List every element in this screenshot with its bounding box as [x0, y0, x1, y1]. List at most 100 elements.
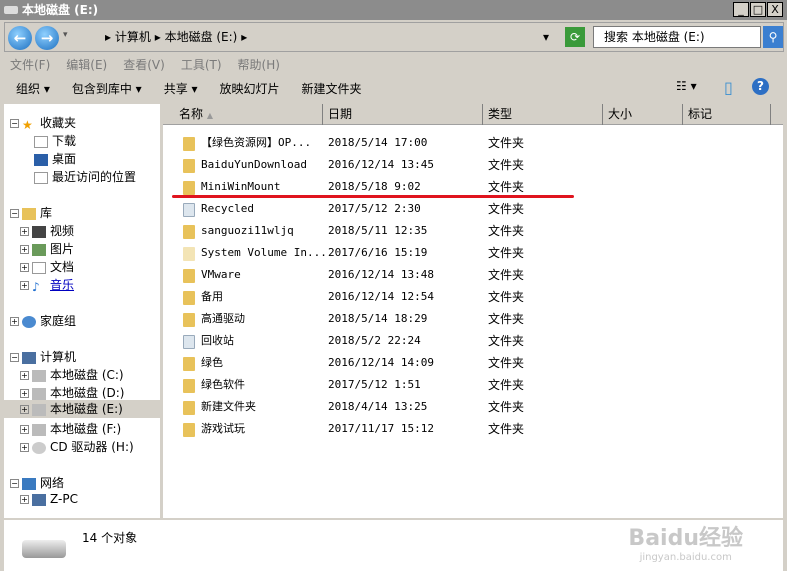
column-type[interactable]: 类型	[483, 104, 603, 125]
back-button[interactable]: ←	[8, 26, 32, 50]
video-icon	[32, 225, 46, 238]
computer-icon	[22, 351, 36, 364]
file-date: 2016/12/14 13:48	[328, 268, 434, 281]
tree-favorites[interactable]: − ★ 收藏夹	[10, 114, 76, 132]
tree-cd-drive[interactable]: + CD 驱动器 (H:)	[20, 438, 134, 455]
new-folder-button[interactable]: 新建文件夹	[302, 82, 362, 96]
tree-libraries[interactable]: − 库	[10, 204, 52, 221]
item-count: 14 个对象	[82, 531, 138, 545]
file-name: 【绿色资源网】OP...	[201, 136, 312, 149]
file-date: 2018/4/14 13:25	[328, 400, 428, 413]
tree-drive-d[interactable]: + 本地磁盘 (D:)	[20, 384, 124, 401]
breadcrumb-drive[interactable]: 本地磁盘 (E:)	[165, 30, 238, 44]
breadcrumb-computer[interactable]: 计算机	[115, 30, 151, 44]
tree-drive-e[interactable]: + 本地磁盘 (E:)	[4, 400, 160, 418]
file-type: 文件夹	[488, 136, 525, 150]
tree-documents[interactable]: + 文档	[20, 258, 74, 275]
help-button[interactable]: ?	[752, 78, 769, 95]
column-name[interactable]: 名称 ▲	[163, 104, 323, 125]
file-row[interactable]: 备用 2016/12/14 12:54 文件夹	[163, 286, 763, 308]
file-row[interactable]: 新建文件夹 2018/4/14 13:25 文件夹	[163, 396, 763, 418]
file-row[interactable]: VMware 2016/12/14 13:48 文件夹	[163, 264, 763, 286]
history-dropdown[interactable]: ▾	[63, 30, 68, 40]
menu-file[interactable]: 文件(F)	[10, 58, 50, 72]
slideshow-button[interactable]: 放映幻灯片	[220, 82, 280, 96]
tree-drive-f[interactable]: + 本地磁盘 (F:)	[20, 420, 121, 437]
organize-button[interactable]: 组织 ▾	[16, 82, 50, 96]
file-date: 2018/5/14 18:29	[328, 312, 428, 325]
refresh-button[interactable]: ⟳	[565, 27, 585, 47]
tree-pictures[interactable]: + 图片	[20, 240, 74, 257]
preview-pane-button[interactable]: ▯	[724, 78, 733, 97]
tree-recent[interactable]: 最近访问的位置	[34, 168, 136, 185]
include-library-button[interactable]: 包含到库中 ▾	[72, 82, 142, 96]
tree-homegroup[interactable]: + 家庭组	[10, 312, 76, 329]
views-button[interactable]: ☷ ▾	[676, 79, 697, 93]
folder-icon	[183, 225, 195, 239]
file-name: 回收站	[201, 334, 234, 347]
file-date: 2016/12/14 12:54	[328, 290, 434, 303]
tree-drive-c[interactable]: + 本地磁盘 (C:)	[20, 366, 124, 383]
minimize-button[interactable]: _	[733, 2, 749, 17]
share-button[interactable]: 共享 ▾	[164, 82, 198, 96]
tree-music[interactable]: + ♪ 音乐	[20, 276, 74, 294]
watermark: Baidu经验 jingyan.baidu.com	[628, 526, 743, 563]
file-date: 2016/12/14 13:45	[328, 158, 434, 171]
star-icon: ★	[22, 117, 33, 132]
column-tags[interactable]: 标记	[683, 104, 771, 125]
address-dropdown[interactable]: ▾	[543, 26, 549, 48]
recycle-icon	[183, 335, 195, 349]
file-row[interactable]: 游戏试玩 2017/11/17 15:12 文件夹	[163, 418, 763, 440]
tree-downloads[interactable]: 下载	[34, 132, 76, 149]
file-name: 绿色软件	[201, 378, 245, 391]
address-bar[interactable]: ▸ 计算机 ▸ 本地磁盘 (E:) ▸ ▾	[77, 26, 557, 48]
folder-icon	[183, 357, 195, 371]
pc-icon	[32, 493, 46, 506]
close-button[interactable]: X	[767, 2, 783, 17]
status-bar: 14 个对象 Baidu经验 jingyan.baidu.com	[4, 520, 783, 571]
menu-help[interactable]: 帮助(H)	[238, 58, 280, 72]
file-date: 2017/11/17 15:12	[328, 422, 434, 435]
tree-network[interactable]: − 网络	[10, 474, 64, 491]
tree-videos[interactable]: + 视频	[20, 222, 74, 239]
file-name: sanguozi11wljq	[201, 224, 294, 237]
file-row[interactable]: Recycled 2017/5/12 2:30 文件夹	[163, 198, 763, 220]
forward-button[interactable]: →	[35, 26, 59, 50]
drive-icon	[32, 403, 46, 416]
tree-desktop[interactable]: 桌面	[34, 150, 76, 167]
menu-edit[interactable]: 编辑(E)	[66, 58, 107, 72]
maximize-button[interactable]: □	[750, 2, 766, 17]
menu-tools[interactable]: 工具(T)	[181, 58, 222, 72]
tree-computer[interactable]: − 计算机	[10, 348, 76, 365]
search-icon[interactable]: ⚲	[763, 26, 783, 48]
tree-z-pc[interactable]: + Z-PC	[20, 492, 78, 506]
address-row: ← → ▾ ▸ 计算机 ▸ 本地磁盘 (E:) ▸ ▾ ⟳ 搜索 本地磁盘 (E…	[4, 22, 784, 52]
drive-icon	[22, 540, 66, 558]
toolbar: 组织 ▾ 包含到库中 ▾ 共享 ▾ 放映幻灯片 新建文件夹	[16, 80, 384, 97]
file-row[interactable]: BaiduYunDownload 2016/12/14 13:45 文件夹	[163, 154, 763, 176]
file-name: System Volume In...	[201, 246, 327, 259]
column-size[interactable]: 大小	[603, 104, 683, 125]
file-name: 高通驱动	[201, 312, 245, 325]
drive-icon	[32, 387, 46, 400]
file-row[interactable]: 高通驱动 2018/5/14 18:29 文件夹	[163, 308, 763, 330]
file-row[interactable]: System Volume In... 2017/6/16 15:19 文件夹	[163, 242, 763, 264]
folder-icon	[183, 401, 195, 415]
file-type: 文件夹	[488, 202, 525, 216]
search-input[interactable]: 搜索 本地磁盘 (E:)	[593, 26, 761, 48]
file-row[interactable]: sanguozi11wljq 2018/5/11 12:35 文件夹	[163, 220, 763, 242]
network-icon	[22, 477, 36, 490]
column-date[interactable]: 日期	[323, 104, 483, 125]
sort-arrow-icon: ▲	[206, 111, 213, 120]
file-date: 2018/5/11 12:35	[328, 224, 428, 237]
file-row[interactable]: 【绿色资源网】OP... 2018/5/14 17:00 文件夹	[163, 132, 763, 154]
window-title: 本地磁盘 (E:)	[22, 3, 99, 17]
file-row[interactable]: 绿色软件 2017/5/12 1:51 文件夹	[163, 374, 763, 396]
file-type: 文件夹	[488, 400, 525, 414]
homegroup-icon	[22, 315, 36, 328]
file-row[interactable]: 回收站 2018/5/2 22:24 文件夹	[163, 330, 763, 352]
title-bar: 本地磁盘 (E:)	[0, 0, 787, 20]
file-date: 2018/5/14 17:00	[328, 136, 428, 149]
file-row[interactable]: 绿色 2016/12/14 14:09 文件夹	[163, 352, 763, 374]
menu-view[interactable]: 查看(V)	[123, 58, 165, 72]
